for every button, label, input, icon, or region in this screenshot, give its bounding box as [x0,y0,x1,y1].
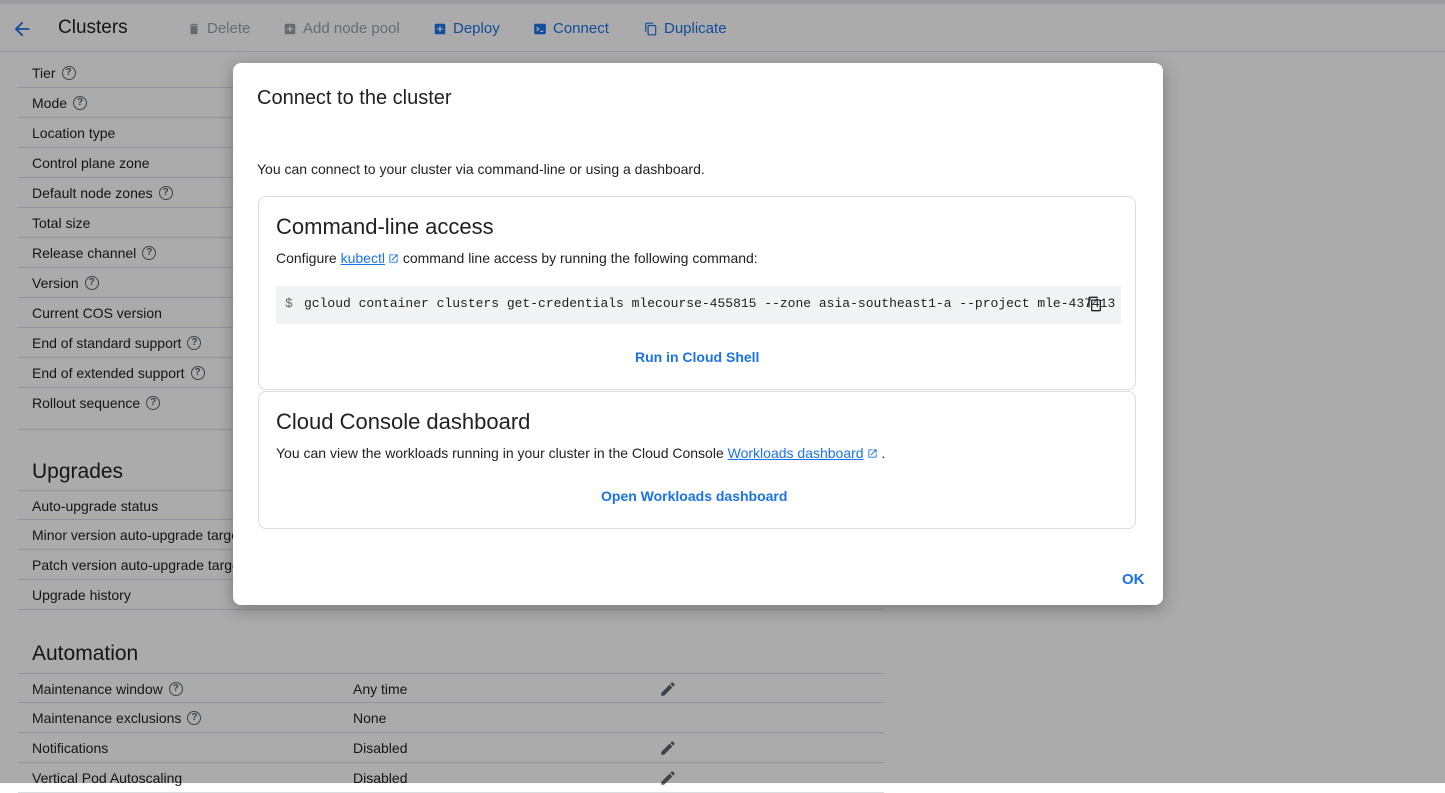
kubectl-link[interactable]: kubectl [341,250,385,266]
gcloud-command[interactable]: gcloud container clusters get-credential… [304,296,1115,311]
dashboard-heading: Cloud Console dashboard [276,409,531,434]
ok-button[interactable]: OK [1122,571,1145,588]
cli-text-before: Configure [276,250,341,266]
open-workloads-dashboard-button[interactable]: Open Workloads dashboard [601,488,787,504]
workloads-dashboard-link[interactable]: Workloads dashboard [728,445,864,461]
command-line-card: Command-line access Configure kubectl co… [258,196,1136,390]
command-box: $ gcloud container clusters get-credenti… [276,286,1121,324]
dashboard-card: Cloud Console dashboard You can view the… [258,391,1136,529]
dashboard-description: You can view the workloads running in yo… [276,445,885,461]
shell-prompt: $ [285,296,293,311]
cli-heading: Command-line access [276,214,494,239]
dialog-intro: You can connect to your cluster via comm… [257,161,705,177]
connect-dialog: Connect to the cluster You can connect t… [233,63,1163,605]
cli-text-after: command line access by running the follo… [398,250,758,266]
run-in-cloud-shell-button[interactable]: Run in Cloud Shell [635,349,759,365]
dashboard-text-after: . [877,445,886,461]
dashboard-text-before: You can view the workloads running in yo… [276,445,728,461]
copy-icon[interactable] [1087,295,1103,313]
cli-description: Configure kubectl command line access by… [276,250,758,266]
dialog-title: Connect to the cluster [257,87,452,109]
external-link-icon [388,251,399,263]
external-link-icon [867,446,878,458]
